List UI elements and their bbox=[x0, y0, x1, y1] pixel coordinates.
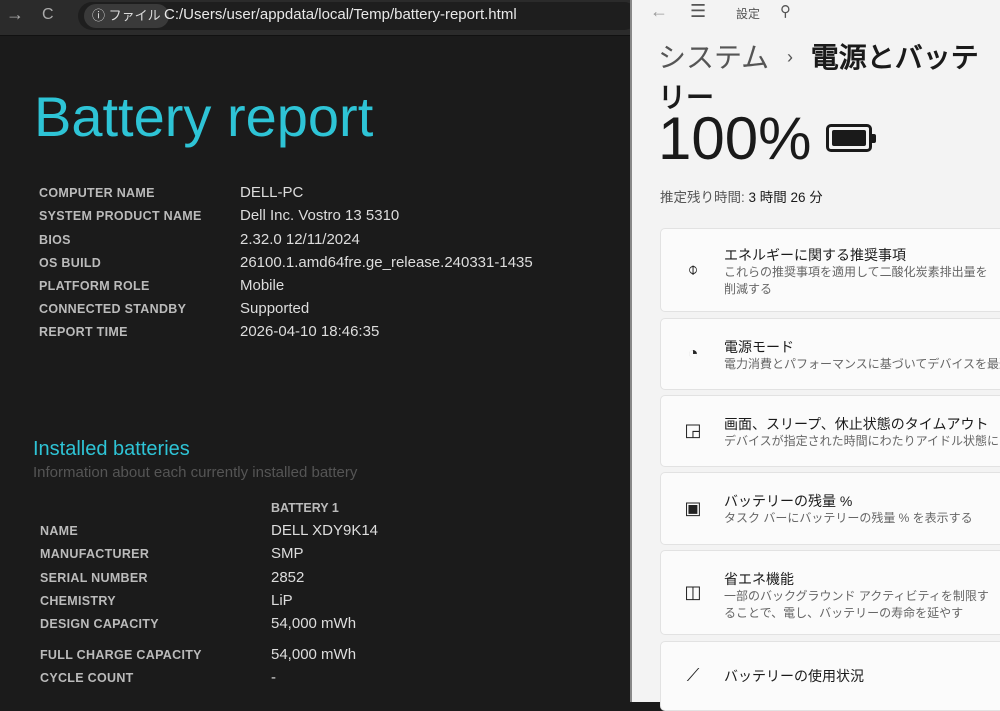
field-label: PLATFORM ROLE bbox=[39, 279, 150, 293]
app-title: 設定 bbox=[736, 7, 761, 21]
field-label: MANUFACTURER bbox=[40, 547, 150, 561]
installed-batteries-subtitle: Information about each currently install… bbox=[33, 464, 358, 481]
chevron-right-icon: › bbox=[786, 47, 793, 67]
browser-toolbar: → C ⓘ ファイル C:/Users/user/appdata/local/T… bbox=[0, 0, 638, 36]
card-description: 電力消費とパフォーマンスに基づいてデバイスを最適化 bbox=[724, 357, 1000, 371]
settings-card[interactable]: ◲ 画面、スリープ、休止状態のタイムアウト デバイスが指定された時間にわたりアイ… bbox=[660, 395, 1000, 467]
reload-button[interactable]: C bbox=[42, 6, 54, 24]
menu-icon[interactable]: ☰ bbox=[690, 1, 706, 22]
field-value: - bbox=[271, 669, 276, 686]
card-description: これらの推奨事項を適用して二酸化炭素排出量を削減する bbox=[724, 265, 988, 296]
card-title: バッテリーの残量 % bbox=[724, 493, 853, 509]
card-title: バッテリーの使用状況 bbox=[724, 668, 864, 684]
field-value: 2852 bbox=[271, 569, 305, 586]
battery-percent: 100% bbox=[658, 105, 812, 172]
battery-report-page: Battery report COMPUTER NAME DELL-PC SYST… bbox=[0, 36, 630, 702]
remaining-label: 推定残り時間: bbox=[660, 190, 745, 205]
power-mode-icon: ◔ bbox=[687, 343, 699, 363]
remaining-time: 推定残り時間: 3 時間 26 分 bbox=[660, 186, 823, 206]
forward-button[interactable]: → bbox=[6, 4, 24, 25]
settings-window: ← ☰ 設定 ⚲ システム › 電源とバッテリー 100% 推定残り時間: 3 … bbox=[630, 0, 1000, 711]
card-title: エネルギーに関する推奨事項 bbox=[724, 247, 906, 263]
field-label: CYCLE COUNT bbox=[40, 671, 134, 685]
field-value: Mobile bbox=[240, 277, 285, 294]
field-value: DELL XDY9K14 bbox=[271, 522, 379, 539]
field-value: Dell Inc. Vostro 13 5310 bbox=[240, 207, 400, 224]
settings-card[interactable]: ◔ 電源モード 電力消費とパフォーマンスに基づいてデバイスを最適化 bbox=[660, 318, 1000, 390]
field-value: DELL-PC bbox=[240, 184, 304, 201]
address-bar[interactable]: ⓘ ファイル C:/Users/user/appdata/local/Temp/… bbox=[78, 2, 638, 30]
field-label: SYSTEM PRODUCT NAME bbox=[39, 209, 202, 223]
settings-card[interactable]: ◫ 省エネ機能 一部のバックグラウンド アクティビティを制限することで、電し、バ… bbox=[660, 550, 1000, 635]
battery-saver-icon: ◫ bbox=[684, 581, 702, 602]
card-title: 省エネ機能 bbox=[724, 571, 794, 587]
installed-batteries-heading: Installed batteries bbox=[33, 438, 190, 460]
field-label: COMPUTER NAME bbox=[39, 186, 155, 200]
field-label: SERIAL NUMBER bbox=[40, 571, 148, 585]
field-label: CHEMISTRY bbox=[40, 594, 116, 608]
back-arrow-icon[interactable]: ← bbox=[650, 1, 668, 22]
field-value: LiP bbox=[271, 592, 293, 609]
usage-chart-icon: ⟋ bbox=[686, 665, 700, 685]
site-info-chip[interactable]: ⓘ ファイル bbox=[84, 4, 169, 28]
battery-column-header: BATTERY 1 bbox=[271, 501, 339, 515]
card-description: タスク バーにバッテリーの残量 % を表示する bbox=[724, 511, 973, 525]
remaining-value: 3 時間 26 分 bbox=[748, 190, 823, 205]
card-title: 電源モード bbox=[724, 339, 794, 355]
field-label: BIOS bbox=[39, 233, 71, 247]
card-title: 画面、スリープ、休止状態のタイムアウト bbox=[724, 416, 989, 432]
page-title: Battery report bbox=[34, 85, 374, 148]
field-label: FULL CHARGE CAPACITY bbox=[40, 648, 202, 662]
field-value: 2026-04-10 18:46:35 bbox=[240, 323, 380, 340]
field-label: NAME bbox=[40, 524, 79, 538]
breadcrumb-system[interactable]: システム bbox=[658, 42, 769, 73]
field-label: DESIGN CAPACITY bbox=[40, 617, 159, 631]
search-icon[interactable]: ⚲ bbox=[780, 2, 791, 20]
field-label: CONNECTED STANDBY bbox=[39, 302, 187, 316]
card-description: 一部のバックグラウンド アクティビティを制限することで、電し、バッテリーの寿命を… bbox=[724, 589, 989, 620]
field-label: REPORT TIME bbox=[39, 325, 128, 339]
settings-card[interactable]: ⌽ エネルギーに関する推奨事項 これらの推奨事項を適用して二酸化炭素排出量を削減… bbox=[660, 228, 1000, 312]
field-label: OS BUILD bbox=[39, 256, 102, 270]
field-value: Supported bbox=[240, 300, 310, 317]
battery-percent-icon: ▣ bbox=[684, 497, 702, 518]
leaf-icon: ⌽ bbox=[687, 259, 699, 279]
field-value: 54,000 mWh bbox=[271, 646, 357, 663]
url-text[interactable]: C:/Users/user/appdata/local/Temp/battery… bbox=[164, 6, 517, 23]
settings-card[interactable]: ⟋ バッテリーの使用状況 bbox=[660, 641, 1000, 711]
field-value: SMP bbox=[271, 545, 304, 562]
screen-sleep-icon: ◲ bbox=[684, 420, 702, 440]
field-value: 54,000 mWh bbox=[271, 615, 357, 632]
field-value: 2.32.0 12/11/2024 bbox=[240, 231, 360, 248]
card-description: デバイスが指定された時間にわたりアイドル状態になった場 bbox=[724, 434, 1000, 448]
settings-card[interactable]: ▣ バッテリーの残量 % タスク バーにバッテリーの残量 % を表示する bbox=[660, 472, 1000, 545]
battery-full-icon bbox=[826, 124, 876, 152]
field-value: 26100.1.amd64fre.ge_release.240331-1435 bbox=[240, 254, 533, 271]
